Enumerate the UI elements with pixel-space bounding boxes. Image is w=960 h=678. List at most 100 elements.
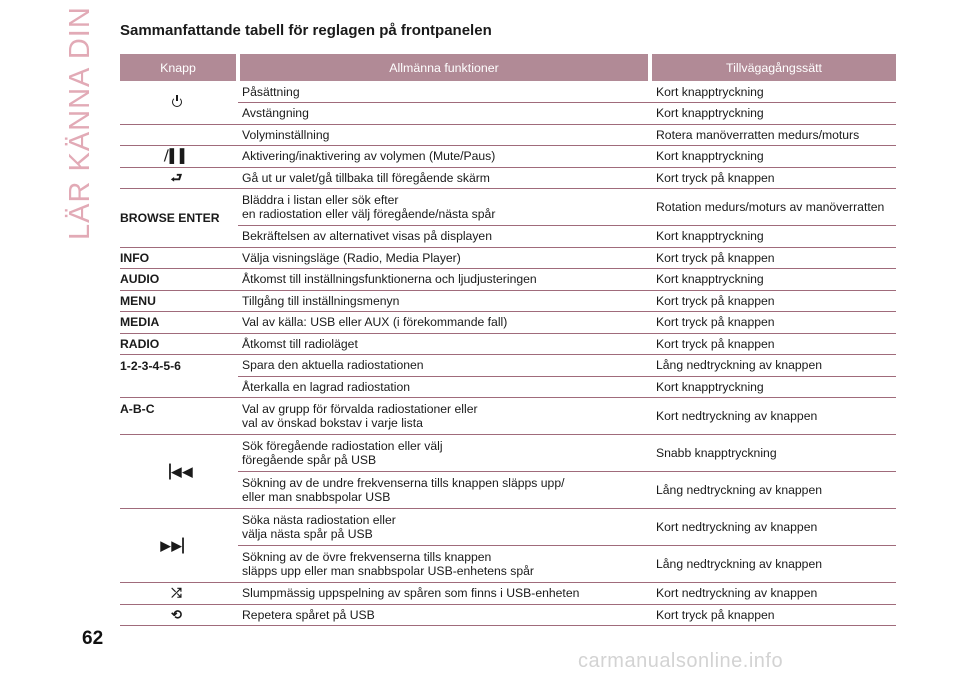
table-row: MENU Tillgång till inställningsmenyn Kor… bbox=[120, 290, 896, 312]
table-row: BROWSE ENTER Bläddra i listan eller sök … bbox=[120, 188, 896, 248]
page-heading: Sammanfattande tabell för reglagen på fr… bbox=[120, 22, 492, 39]
knapp-cell: BROWSE ENTER bbox=[120, 188, 238, 248]
table-row: ⤮ Slumpmässig uppspelning av spåren som … bbox=[120, 582, 896, 605]
table-row: RADIO Åtkomst till radioläget Kort tryck… bbox=[120, 333, 896, 355]
method-cell: Kort knapptryckning bbox=[650, 376, 896, 398]
method-cell: Lång nedtryckning av knappen bbox=[650, 545, 896, 583]
method-cell: Kort nedtryckning av knappen bbox=[650, 508, 896, 546]
method-cell: Kort knapptryckning bbox=[650, 102, 896, 125]
section-side-title: LÄR KÄNNA DIN BIL bbox=[64, 0, 96, 240]
repeat-icon: ⟲ bbox=[171, 606, 183, 622]
knapp-cell bbox=[120, 124, 238, 146]
function-cell: Bläddra i listan eller sök efter en radi… bbox=[238, 188, 650, 226]
function-cell: Avstängning bbox=[238, 102, 650, 125]
function-line-1: Val av grupp för förvalda radiostationer… bbox=[242, 402, 478, 416]
method-cell: Kort knapptryckning bbox=[650, 268, 896, 291]
method-cell: Kort tryck på knappen bbox=[650, 333, 896, 355]
knapp-cell bbox=[120, 81, 238, 125]
power-icon bbox=[171, 94, 183, 107]
function-cell: Åtkomst till radioläget bbox=[238, 333, 650, 355]
function-line-1: Sökning av de undre frekvenserna tills k… bbox=[242, 476, 565, 490]
table-row: Volyminställning Rotera manöverratten me… bbox=[120, 124, 896, 146]
function-cell: Spara den aktuella radiostationen bbox=[238, 354, 650, 377]
method-cell: Kort tryck på knappen bbox=[650, 247, 896, 269]
table-row: ▶▶▏ Söka nästa radiostation eller välja … bbox=[120, 508, 896, 583]
table-row: Påsättning Kort knapptryckning bbox=[120, 81, 896, 125]
table-row: ⟲ Repetera spåret på USB Kort tryck på k… bbox=[120, 604, 896, 626]
knapp-cell: AUDIO bbox=[120, 268, 238, 291]
column-header-method: Tillvägagångssätt bbox=[648, 54, 896, 81]
method-cell: Lång nedtryckning av knappen bbox=[650, 354, 896, 377]
column-header-functions: Allmänna funktioner bbox=[236, 54, 650, 81]
knapp-cell: ⧸▌▌ bbox=[120, 145, 238, 168]
function-line-1: Söka nästa radiostation eller bbox=[242, 513, 396, 527]
function-cell: Återkalla en lagrad radiostation bbox=[238, 376, 650, 398]
knapp-cell: ⟲ bbox=[120, 604, 238, 626]
function-cell: Sökning av de undre frekvenserna tills k… bbox=[238, 471, 650, 509]
knapp-cell: MEDIA bbox=[120, 311, 238, 334]
method-cell: Rotation medurs/moturs av manöverratten bbox=[650, 188, 896, 226]
function-line-2: val av önskad bokstav i varje lista bbox=[242, 416, 423, 430]
table-header-row: Knapp Allmänna funktioner Tillvägagångss… bbox=[120, 54, 896, 81]
function-cell: Åtkomst till inställningsfunktionerna oc… bbox=[238, 268, 650, 291]
knapp-cell: ⤮ bbox=[120, 582, 238, 605]
function-cell: Sök föregående radiostation eller välj f… bbox=[238, 434, 650, 472]
knapp-cell: ▕◀◀ bbox=[120, 434, 238, 509]
mute-pause-icon: ⧸▌▌ bbox=[164, 148, 190, 164]
method-cell: Kort tryck på knappen bbox=[650, 167, 896, 189]
method-cell: Kort knapptryckning bbox=[650, 225, 896, 248]
watermark: carmanualsonline.info bbox=[578, 650, 784, 672]
controls-table: Knapp Allmänna funktioner Tillvägagångss… bbox=[120, 54, 896, 626]
table-row: AUDIO Åtkomst till inställningsfunktione… bbox=[120, 268, 896, 291]
knapp-cell: 1-2-3-4-5-6 bbox=[120, 354, 238, 398]
function-cell: Tillgång till inställningsmenyn bbox=[238, 290, 650, 312]
function-line-2: släpps upp eller man snabbspolar USB-enh… bbox=[242, 564, 534, 578]
knapp-cell: A-B-C bbox=[120, 397, 238, 435]
table-row: ⧸▌▌ Aktivering/inaktivering av volymen (… bbox=[120, 145, 896, 168]
function-line-2: välja nästa spår på USB bbox=[242, 527, 373, 541]
function-cell: Gå ut ur valet/gå tillbaka till föregåen… bbox=[238, 167, 650, 189]
table-row: INFO Välja visningsläge (Radio, Media Pl… bbox=[120, 247, 896, 269]
function-cell: Sökning av de övre frekvenserna tills kn… bbox=[238, 545, 650, 583]
function-cell: Välja visningsläge (Radio, Media Player) bbox=[238, 247, 650, 269]
back-icon: ⮐ bbox=[170, 169, 184, 185]
function-cell: Val av grupp för förvalda radiostationer… bbox=[238, 397, 650, 435]
function-line-2: föregående spår på USB bbox=[242, 453, 377, 467]
method-cell: Lång nedtryckning av knappen bbox=[650, 471, 896, 509]
knapp-cell: ▶▶▏ bbox=[120, 508, 238, 583]
function-cell: Repetera spåret på USB bbox=[238, 604, 650, 626]
method-cell: Kort tryck på knappen bbox=[650, 311, 896, 334]
method-cell: Kort nedtryckning av knappen bbox=[650, 582, 896, 605]
shuffle-icon: ⤮ bbox=[171, 585, 183, 601]
method-cell: Snabb knapptryckning bbox=[650, 434, 896, 472]
method-cell: Kort tryck på knappen bbox=[650, 290, 896, 312]
method-cell: Kort tryck på knappen bbox=[650, 604, 896, 626]
function-line-2: en radiostation eller välj föregående/nä… bbox=[242, 207, 496, 221]
function-cell: Aktivering/inaktivering av volymen (Mute… bbox=[238, 145, 650, 168]
function-cell: Slumpmässig uppspelning av spåren som fi… bbox=[238, 582, 650, 605]
function-cell: Söka nästa radiostation eller välja näst… bbox=[238, 508, 650, 546]
knapp-cell: RADIO bbox=[120, 333, 238, 355]
knapp-cell: ⮐ bbox=[120, 167, 238, 189]
table-row: ▕◀◀ Sök föregående radiostation eller vä… bbox=[120, 434, 896, 509]
table-row: ⮐ Gå ut ur valet/gå tillbaka till föregå… bbox=[120, 167, 896, 189]
method-cell: Kort knapptryckning bbox=[650, 81, 896, 103]
function-cell: Påsättning bbox=[238, 81, 650, 103]
method-cell: Kort nedtryckning av knappen bbox=[650, 397, 896, 435]
function-cell: Bekräftelsen av alternativet visas på di… bbox=[238, 225, 650, 248]
table-row: 1-2-3-4-5-6 Spara den aktuella radiostat… bbox=[120, 354, 896, 398]
column-header-knapp: Knapp bbox=[120, 54, 238, 81]
method-cell: Kort knapptryckning bbox=[650, 145, 896, 168]
function-cell: Volyminställning bbox=[238, 124, 650, 146]
knapp-cell: INFO bbox=[120, 247, 238, 269]
function-line-1: Sök föregående radiostation eller välj bbox=[242, 439, 443, 453]
previous-icon: ▕◀◀ bbox=[160, 463, 194, 479]
function-line-2: eller man snabbspolar USB bbox=[242, 490, 391, 504]
table-row: A-B-C Val av grupp för förvalda radiosta… bbox=[120, 397, 896, 435]
function-line-1: Sökning av de övre frekvenserna tills kn… bbox=[242, 550, 492, 564]
next-icon: ▶▶▏ bbox=[160, 537, 194, 553]
table-row: MEDIA Val av källa: USB eller AUX (i för… bbox=[120, 311, 896, 334]
knapp-cell: MENU bbox=[120, 290, 238, 312]
function-line-1: Bläddra i listan eller sök efter bbox=[242, 193, 399, 207]
function-cell: Val av källa: USB eller AUX (i förekomma… bbox=[238, 311, 650, 334]
